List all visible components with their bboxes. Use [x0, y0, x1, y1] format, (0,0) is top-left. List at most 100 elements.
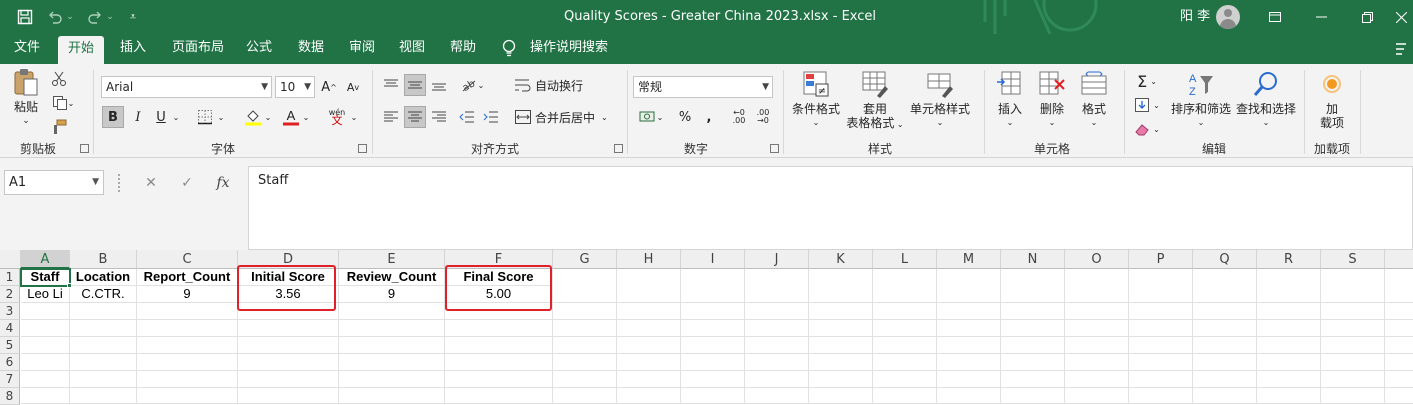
borders-icon[interactable]: [194, 106, 216, 128]
font-color-dropdown-icon[interactable]: ⌄: [300, 106, 312, 128]
fill-handle[interactable]: [67, 283, 72, 288]
cut-icon[interactable]: [48, 68, 70, 90]
tab-file[interactable]: 文件: [4, 34, 50, 64]
format-painter-icon[interactable]: [48, 116, 70, 138]
decrease-indent-icon[interactable]: [456, 106, 478, 128]
font-launcher-icon[interactable]: [358, 144, 367, 153]
row-header-5[interactable]: 5: [0, 337, 20, 354]
align-bottom-icon[interactable]: [428, 74, 450, 96]
tab-view[interactable]: 视图: [389, 34, 435, 64]
clear-icon[interactable]: ⌄: [1130, 118, 1164, 140]
row-header-1[interactable]: 1: [0, 269, 20, 286]
tab-page-layout[interactable]: 页面布局: [162, 34, 234, 64]
paste-button[interactable]: 粘贴 ⌄: [6, 68, 46, 128]
share-icon[interactable]: [1394, 40, 1410, 58]
cell-B2[interactable]: C.CTR.: [70, 286, 137, 303]
row-header-4[interactable]: 4: [0, 320, 20, 337]
phonetic-guide-icon[interactable]: wén 文: [326, 106, 348, 128]
cell-A1[interactable]: Staff: [20, 268, 71, 287]
copy-icon[interactable]: ⌄: [48, 92, 78, 114]
cell-E2[interactable]: 9: [339, 286, 445, 303]
row-header-7[interactable]: 7: [0, 371, 20, 388]
insert-function-icon[interactable]: fx: [210, 170, 236, 195]
borders-dropdown-icon[interactable]: ⌄: [215, 106, 227, 128]
column-header-O[interactable]: O: [1065, 250, 1129, 269]
column-header-J[interactable]: J: [745, 250, 809, 269]
column-header-N[interactable]: N: [1001, 250, 1065, 269]
delete-cells-button[interactable]: 删除 ⌄: [1034, 70, 1070, 130]
align-top-icon[interactable]: [380, 74, 402, 96]
alignment-launcher-icon[interactable]: [614, 144, 623, 153]
cell-C2[interactable]: 9: [137, 286, 238, 303]
tab-data[interactable]: 数据: [288, 34, 334, 64]
cell-styles-button[interactable]: 单元格样式 ⌄: [908, 70, 972, 130]
conditional-formatting-button[interactable]: ≠ 条件格式 ⌄: [790, 70, 842, 130]
column-header-A[interactable]: A: [21, 250, 70, 269]
tab-insert[interactable]: 插入: [110, 34, 156, 64]
underline-button[interactable]: U: [150, 106, 172, 128]
tab-home[interactable]: 开始: [58, 36, 105, 64]
number-launcher-icon[interactable]: [770, 144, 779, 153]
decrease-font-size-icon[interactable]: Av: [342, 76, 364, 98]
cancel-icon[interactable]: ✕: [138, 170, 164, 195]
align-middle-icon[interactable]: [404, 74, 426, 96]
row-header-2[interactable]: 2: [0, 286, 20, 303]
tab-review[interactable]: 审阅: [339, 34, 385, 64]
number-format-combo[interactable]: 常规 ▼: [633, 76, 773, 98]
increase-font-size-icon[interactable]: A ^: [318, 76, 340, 98]
tab-formulas[interactable]: 公式: [236, 34, 282, 64]
column-header-H[interactable]: H: [617, 250, 681, 269]
column-header-Q[interactable]: Q: [1193, 250, 1257, 269]
sort-filter-button[interactable]: AZ 排序和筛选 ⌄: [1170, 70, 1232, 130]
row-header-8[interactable]: 8: [0, 388, 20, 405]
orientation-icon[interactable]: ab⌄: [458, 74, 486, 96]
column-header-R[interactable]: R: [1257, 250, 1321, 269]
customize-toolbar-icon[interactable]: ⩡: [122, 6, 144, 28]
decrease-decimal-icon[interactable]: .00 →0: [752, 106, 774, 128]
addins-button[interactable]: 加 载项: [1312, 70, 1352, 130]
redo-dropdown-icon[interactable]: ⌄: [104, 6, 116, 28]
tell-me-search[interactable]: 操作说明搜索: [520, 34, 618, 64]
column-header-M[interactable]: M: [937, 250, 1001, 269]
phonetic-dropdown-icon[interactable]: ⌄: [348, 106, 360, 128]
restore-icon[interactable]: [1344, 0, 1390, 34]
column-header-K[interactable]: K: [809, 250, 873, 269]
save-icon[interactable]: [14, 6, 36, 28]
fill-color-icon[interactable]: [242, 106, 264, 128]
find-select-button[interactable]: 查找和选择 ⌄: [1234, 70, 1298, 130]
merge-center-button[interactable]: 合并后居中 ⌄: [514, 106, 608, 128]
percent-style-button[interactable]: %: [674, 106, 696, 128]
font-size-combo[interactable]: 10 ▼: [275, 76, 315, 98]
align-left-icon[interactable]: [380, 106, 402, 128]
fill-icon[interactable]: ⌄: [1130, 94, 1164, 116]
cell-B1[interactable]: Location: [70, 269, 137, 286]
increase-decimal-icon[interactable]: ←0.00: [728, 106, 750, 128]
cell-C1[interactable]: Report_Count: [137, 269, 238, 286]
font-color-icon[interactable]: A: [280, 106, 302, 128]
format-cells-button[interactable]: 格式 ⌄: [1076, 70, 1112, 130]
redo-icon[interactable]: [84, 6, 106, 28]
comma-style-button[interactable]: ,: [698, 106, 720, 128]
fill-color-dropdown-icon[interactable]: ⌄: [262, 106, 274, 128]
formula-input[interactable]: Staff: [248, 166, 1413, 250]
cell-A2[interactable]: Leo Li: [21, 286, 70, 303]
column-header-P[interactable]: P: [1129, 250, 1193, 269]
column-header-I[interactable]: I: [681, 250, 745, 269]
autosum-icon[interactable]: Σ ⌄: [1130, 70, 1164, 92]
user-name[interactable]: 阳 李: [1180, 0, 1210, 34]
row-header-3[interactable]: 3: [0, 303, 20, 320]
clipboard-launcher-icon[interactable]: [80, 144, 89, 153]
enter-icon[interactable]: ✓: [174, 170, 200, 195]
name-box[interactable]: A1 ▼: [4, 170, 104, 195]
column-header-L[interactable]: L: [873, 250, 937, 269]
cell-E1[interactable]: Review_Count: [339, 269, 445, 286]
user-avatar[interactable]: [1216, 5, 1240, 29]
name-box-splitter[interactable]: [118, 174, 121, 192]
close-icon[interactable]: [1390, 0, 1413, 34]
align-center-icon[interactable]: [404, 106, 426, 128]
row-header-6[interactable]: 6: [0, 354, 20, 371]
format-as-table-button[interactable]: 套用 表格格式 ⌄: [844, 70, 906, 132]
column-header-G[interactable]: G: [553, 250, 617, 269]
align-right-icon[interactable]: [428, 106, 450, 128]
bold-button[interactable]: B: [102, 106, 124, 128]
